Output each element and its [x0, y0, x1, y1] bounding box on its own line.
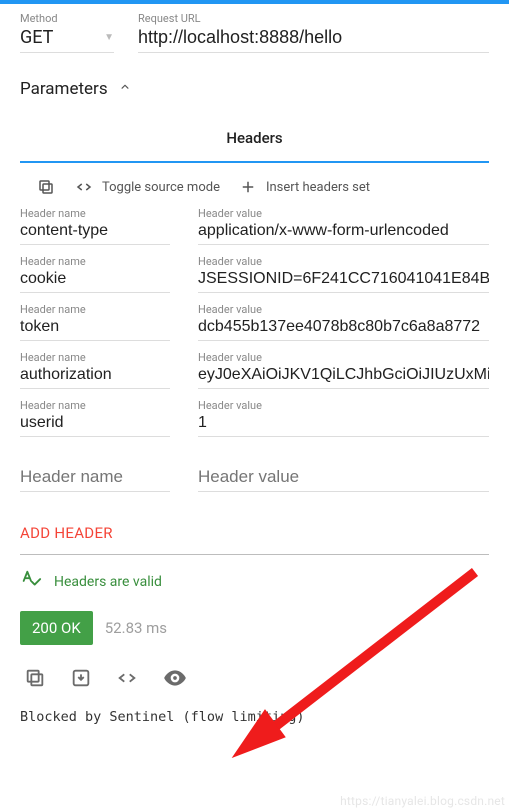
- header-value-label: Header value: [198, 399, 489, 412]
- request-url-input[interactable]: [138, 27, 489, 53]
- url-label: Request URL: [138, 12, 489, 25]
- header-value-input-empty[interactable]: [198, 465, 489, 492]
- response-time: 52.83 ms: [105, 619, 167, 637]
- chevron-up-icon: [118, 79, 132, 99]
- header-value-label: Header value: [198, 351, 489, 364]
- header-name-label: Header name: [20, 207, 170, 220]
- code-icon: [74, 177, 94, 197]
- download-icon[interactable]: [70, 667, 92, 693]
- header-value-input[interactable]: [198, 316, 489, 341]
- tab-headers[interactable]: Headers: [20, 129, 489, 161]
- header-name-input[interactable]: [20, 316, 170, 341]
- header-name-input[interactable]: [20, 268, 170, 293]
- header-name-label: Header name: [20, 255, 170, 268]
- tab-underline: [20, 161, 489, 163]
- header-name-input-empty[interactable]: [20, 465, 170, 492]
- header-name-input[interactable]: [20, 364, 170, 389]
- toggle-source-button[interactable]: Toggle source mode: [74, 177, 220, 197]
- header-value-label: Header value: [198, 255, 489, 268]
- watermark: https://tianyalei.blog.csdn.net: [340, 794, 505, 808]
- insert-headers-label: Insert headers set: [266, 180, 370, 195]
- divider: [20, 554, 489, 555]
- header-name-label: Header name: [20, 303, 170, 316]
- plus-icon: [238, 177, 258, 197]
- code-view-icon[interactable]: [116, 667, 138, 693]
- header-value-input[interactable]: [198, 412, 489, 437]
- spellcheck-icon: [20, 569, 42, 595]
- toggle-source-label: Toggle source mode: [102, 180, 220, 195]
- add-header-button[interactable]: ADD HEADER: [20, 518, 489, 548]
- header-name-label: Header name: [20, 351, 170, 364]
- header-name-input[interactable]: [20, 220, 170, 245]
- header-name-input[interactable]: [20, 412, 170, 437]
- status-badge: 200 OK: [20, 611, 93, 645]
- header-value-input[interactable]: [198, 364, 489, 389]
- header-name-label: Header name: [20, 399, 170, 412]
- parameters-toggle[interactable]: Parameters: [20, 79, 489, 99]
- method-label: Method: [20, 12, 114, 25]
- header-value-input[interactable]: [198, 220, 489, 245]
- header-value-label: Header value: [198, 303, 489, 316]
- app-accent-bar: [0, 0, 509, 4]
- eye-icon[interactable]: [162, 665, 188, 695]
- chevron-down-icon: ▼: [104, 32, 114, 43]
- insert-headers-button[interactable]: Insert headers set: [238, 177, 370, 197]
- headers-valid-label: Headers are valid: [54, 574, 162, 590]
- header-value-label: Header value: [198, 207, 489, 220]
- method-select[interactable]: Method GET ▼: [20, 12, 114, 53]
- copy-response-icon[interactable]: [24, 667, 46, 693]
- method-value: GET: [20, 27, 53, 48]
- copy-icon[interactable]: [36, 177, 56, 197]
- response-body: Blocked by Sentinel (flow limiting): [20, 709, 489, 725]
- parameters-label: Parameters: [20, 79, 108, 99]
- header-value-input[interactable]: [198, 268, 489, 293]
